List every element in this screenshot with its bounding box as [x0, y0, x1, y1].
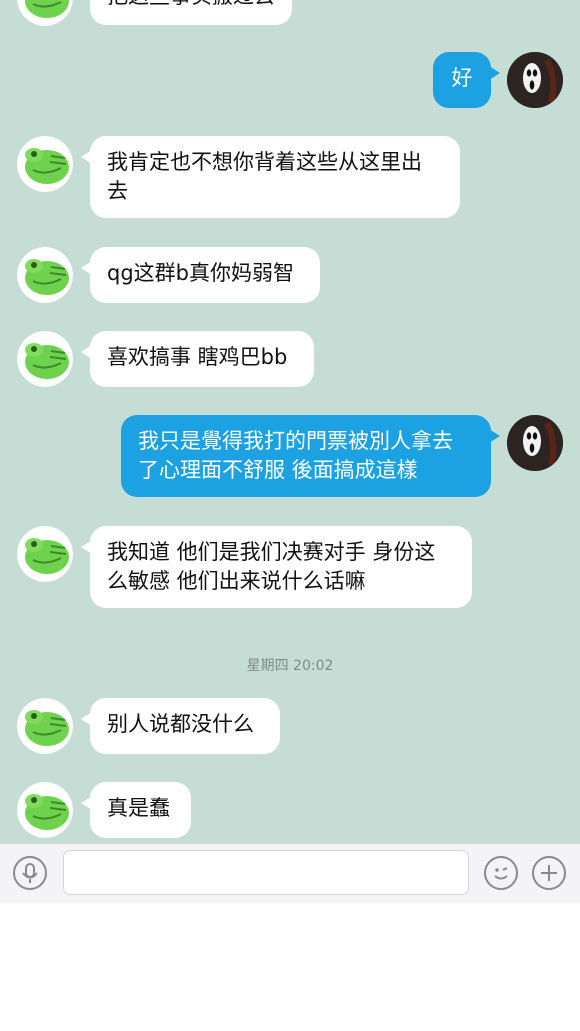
message-bubble[interactable]: 我只是覺得我打的門票被別人拿去 了心理面不舒服 後面搞成這樣	[121, 415, 500, 497]
message-bubble[interactable]: 把这些事实搬过去	[90, 0, 292, 25]
my-avatar[interactable]	[507, 52, 563, 108]
frog-avatar-icon	[17, 698, 73, 754]
contact-avatar[interactable]	[17, 698, 73, 754]
contact-avatar[interactable]	[17, 331, 73, 387]
message-row: 我肯定也不想你背着这些从这里出 去	[0, 136, 580, 218]
message-bubble[interactable]: 别人说都没什么	[81, 698, 280, 754]
chat-area[interactable]: 把这些事实搬过去 好 我肯定也不	[0, 0, 580, 843]
frog-avatar-icon	[17, 247, 73, 303]
message-row: 我知道 他们是我们决赛对手 身份这 么敏感 他们出来说什么话嘛	[0, 526, 580, 608]
message-row: 真是蠢	[0, 782, 580, 838]
microphone-icon	[22, 863, 38, 883]
message-bubble[interactable]: 我肯定也不想你背着这些从这里出 去	[81, 136, 460, 218]
message-input[interactable]	[63, 850, 469, 895]
message-row: 把这些事实搬过去	[0, 0, 580, 26]
message-row: 好	[0, 52, 580, 108]
voice-button[interactable]	[13, 856, 47, 890]
contact-avatar[interactable]	[17, 0, 73, 26]
input-bar	[0, 843, 580, 903]
contact-avatar[interactable]	[17, 782, 73, 838]
message-row: 喜欢搞事 瞎鸡巴bb	[0, 331, 580, 387]
emoji-button[interactable]	[484, 856, 518, 890]
plus-button[interactable]	[532, 856, 566, 890]
message-row: 我只是覺得我打的門票被別人拿去 了心理面不舒服 後面搞成這樣	[0, 415, 580, 497]
message-bubble[interactable]: 真是蠢	[81, 782, 191, 838]
message-bubble[interactable]: 好	[433, 52, 500, 108]
scream-mask-avatar-icon	[507, 52, 563, 108]
timestamp: 星期四 20:02	[246, 658, 334, 674]
message-bubble[interactable]: 我知道 他们是我们决赛对手 身份这 么敏感 他们出来说什么话嘛	[81, 526, 472, 608]
contact-avatar[interactable]	[17, 136, 73, 192]
contact-avatar[interactable]	[17, 526, 73, 582]
frog-avatar-icon	[17, 782, 73, 838]
frog-avatar-icon	[17, 136, 73, 192]
plus-icon	[541, 865, 557, 881]
scream-mask-avatar-icon	[507, 415, 563, 471]
frog-avatar-icon	[17, 331, 73, 387]
message-row: qg这群b真你妈弱智	[0, 247, 580, 303]
frog-avatar-icon	[17, 526, 73, 582]
emoji-icon	[494, 867, 508, 880]
message-bubble[interactable]: 喜欢搞事 瞎鸡巴bb	[81, 331, 314, 387]
message-bubble[interactable]: qg这群b真你妈弱智	[81, 247, 320, 303]
my-avatar[interactable]	[507, 415, 563, 471]
frog-avatar-icon	[17, 0, 73, 26]
contact-avatar[interactable]	[17, 247, 73, 303]
message-row: 别人说都没什么	[0, 698, 580, 754]
